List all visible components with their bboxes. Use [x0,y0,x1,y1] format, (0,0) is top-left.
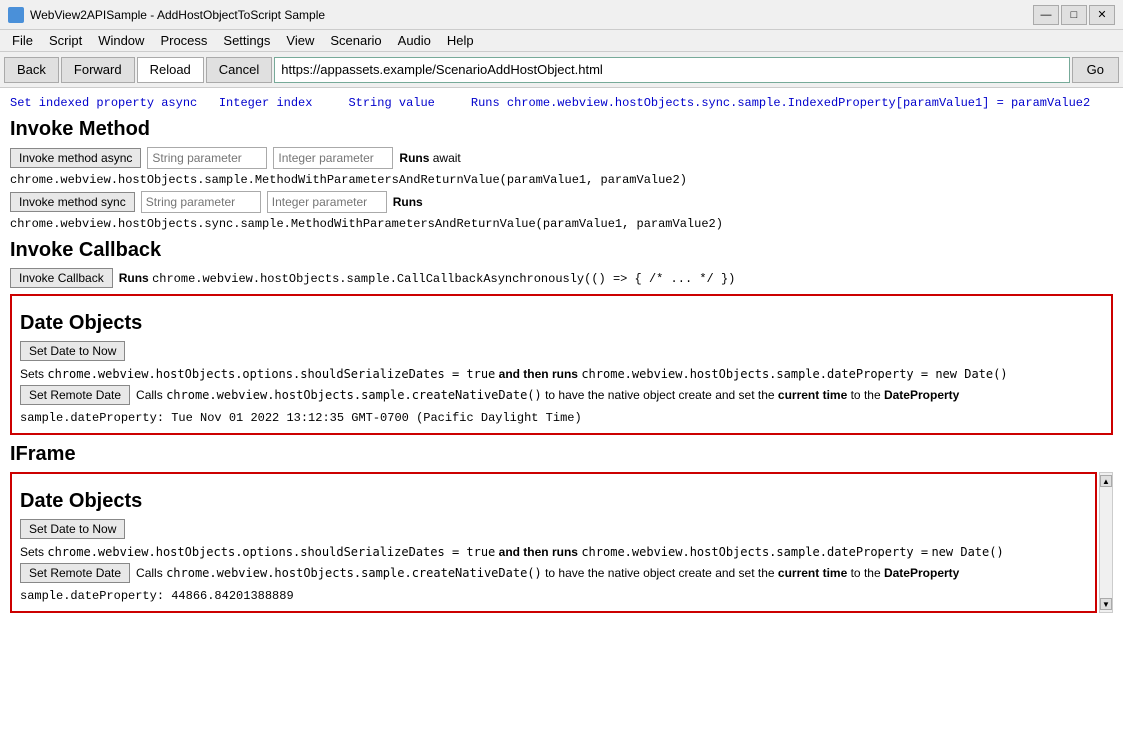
invoke-callback-button[interactable]: Invoke Callback [10,268,113,288]
async-code-block: chrome.webview.hostObjects.sample.Method… [10,173,1113,187]
iframe-title: IFrame [10,443,1113,466]
set-date-desc: Sets chrome.webview.hostObjects.options.… [20,367,1008,381]
invoke-method-title: Invoke Method [10,118,1113,141]
sync-code-block: chrome.webview.hostObjects.sync.sample.M… [10,217,1113,231]
set-date-button[interactable]: Set Date to Now [20,341,125,361]
async-int-param[interactable] [273,147,393,169]
iframe-set-date-button[interactable]: Set Date to Now [20,519,125,539]
forward-button[interactable]: Forward [61,57,135,83]
menu-process[interactable]: Process [152,31,215,50]
iframe-set-remote-desc: Calls chrome.webview.hostObjects.sample.… [136,566,959,580]
set-remote-date-row: Set Remote Date Calls chrome.webview.hos… [20,385,1103,405]
iframe-set-date-row: Set Date to Now Sets chrome.webview.host… [20,519,1087,559]
nav-bar: Back Forward Reload Cancel Go [0,52,1123,88]
window-controls: — □ ✕ [1033,5,1115,25]
sync-runs-label: Runs [393,195,423,209]
content-area[interactable]: Set indexed property async Integer index… [0,88,1123,746]
menu-window[interactable]: Window [90,31,152,50]
set-remote-date-button[interactable]: Set Remote Date [20,385,130,405]
menu-settings[interactable]: Settings [215,31,278,50]
iframe-date-objects-title: Date Objects [20,490,1087,513]
maximize-button[interactable]: □ [1061,5,1087,25]
menu-view[interactable]: View [278,31,322,50]
truncated-top: Set indexed property async Integer index… [10,96,1113,110]
window-title: WebView2APISample - AddHostObjectToScrip… [30,8,325,22]
iframe-scrollbar[interactable]: ▲ ▼ [1099,472,1113,613]
set-date-row: Set Date to Now Sets chrome.webview.host… [20,341,1103,381]
invoke-callback-row: Invoke Callback Runs chrome.webview.host… [10,268,1113,288]
cancel-button[interactable]: Cancel [206,57,272,83]
back-button[interactable]: Back [4,57,59,83]
set-remote-desc: Calls chrome.webview.hostObjects.sample.… [136,388,959,402]
invoke-callback-title: Invoke Callback [10,239,1113,262]
close-button[interactable]: ✕ [1089,5,1115,25]
menu-bar: File Script Window Process Settings View… [0,30,1123,52]
date-objects-section: Date Objects Set Date to Now Sets chrome… [10,294,1113,435]
iframe-date-status: sample.dateProperty: 44866.84201388889 [20,589,1087,603]
app-icon [8,7,24,23]
scrollbar-down-arrow[interactable]: ▼ [1100,598,1112,610]
invoke-callback-section: Invoke Callback Invoke Callback Runs chr… [10,239,1113,288]
menu-help[interactable]: Help [439,31,482,50]
url-input[interactable] [274,57,1069,83]
invoke-method-section: Invoke Method Invoke method async Runs a… [10,118,1113,231]
iframe-set-remote-date-row: Set Remote Date Calls chrome.webview.hos… [20,563,1087,583]
invoke-method-async-row: Invoke method async Runs await [10,147,1113,169]
iframe-set-date-desc: Sets chrome.webview.hostObjects.options.… [20,545,1004,559]
title-bar: WebView2APISample - AddHostObjectToScrip… [0,0,1123,30]
reload-button[interactable]: Reload [137,57,204,83]
invoke-method-sync-button[interactable]: Invoke method sync [10,192,135,212]
menu-script[interactable]: Script [41,31,90,50]
iframe-date-container: Date Objects Set Date to Now Sets chrome… [10,472,1113,613]
sync-string-param[interactable] [141,191,261,213]
sync-int-param[interactable] [267,191,387,213]
scrollbar-up-arrow[interactable]: ▲ [1100,475,1112,487]
async-string-param[interactable] [147,147,267,169]
menu-file[interactable]: File [4,31,41,50]
date-status: sample.dateProperty: Tue Nov 01 2022 13:… [20,411,1103,425]
menu-audio[interactable]: Audio [390,31,439,50]
iframe-section: IFrame Date Objects Set Date to Now Sets… [10,443,1113,613]
invoke-method-async-button[interactable]: Invoke method async [10,148,141,168]
callback-runs-text: Runs chrome.webview.hostObjects.sample.C… [119,271,736,286]
iframe-set-remote-date-button[interactable]: Set Remote Date [20,563,130,583]
async-runs-label: Runs await [399,151,460,165]
date-objects-title: Date Objects [20,312,1103,335]
iframe-date-objects-section: Date Objects Set Date to Now Sets chrome… [10,472,1097,613]
invoke-method-sync-row: Invoke method sync Runs [10,191,1113,213]
minimize-button[interactable]: — [1033,5,1059,25]
go-button[interactable]: Go [1072,57,1119,83]
menu-scenario[interactable]: Scenario [322,31,389,50]
